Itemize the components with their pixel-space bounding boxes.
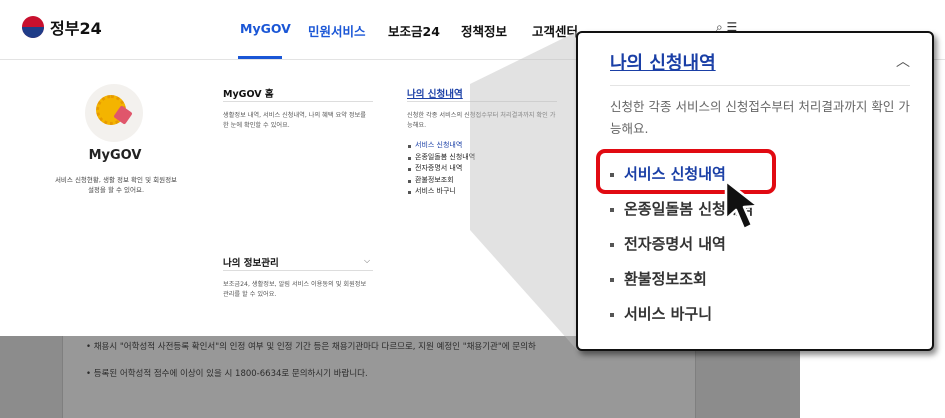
zoom-service-basket[interactable]: 서비스 바구니 [610,297,753,332]
zoom-callout: 나의 신청내역 ︿ 신청한 각종 서비스의 신청접수부터 처리결과까지 확인 가… [576,31,934,351]
zoom-description: 신청한 각종 서비스의 신청접수부터 처리결과까지 확인 가능해요. [610,99,910,136]
zoom-refund-lookup[interactable]: 환불정보조회 [610,262,753,297]
divider [610,85,910,86]
chevron-up-icon[interactable]: ︿ [896,51,910,71]
zoom-e-certificates[interactable]: 전자증명서 내역 [610,227,753,262]
zoom-my-applications-title[interactable]: 나의 신청내역 [610,49,716,75]
mouse-pointer-icon [724,179,760,231]
